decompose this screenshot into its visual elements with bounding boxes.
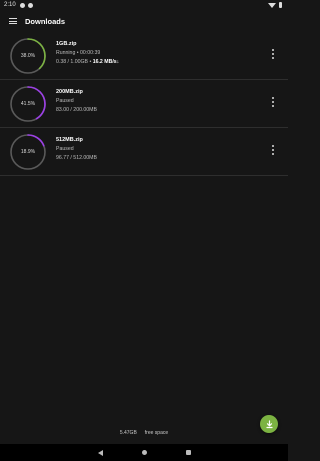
more-options-icon[interactable] <box>271 97 275 109</box>
battery-icon <box>279 2 282 8</box>
download-arrow-icon: ↓ <box>116 59 120 65</box>
progress-percent: 41.5% <box>20 101 36 107</box>
menu-icon[interactable] <box>9 18 17 25</box>
download-status: Running • 00:00:39 <box>56 50 101 56</box>
progress-ring: 38.0% <box>9 37 47 75</box>
system-nav-bar <box>0 444 288 461</box>
progress-ring: 18.9% <box>9 133 47 171</box>
download-item[interactable]: 41.5% 200MB.zip Paused 83.00 / 200.00MB <box>0 80 288 128</box>
system-icons <box>268 2 282 8</box>
page-title: Downloads <box>25 16 66 26</box>
more-options-icon[interactable] <box>271 145 275 157</box>
notification-icons <box>19 2 33 8</box>
wifi-icon <box>268 2 276 8</box>
download-size: 83.00 / 200.00MB <box>56 107 97 113</box>
home-icon[interactable] <box>141 450 147 455</box>
download-size: 0.38 / 1.00GB • 16.2 MB/s↓ <box>56 59 120 65</box>
free-space-footer: 5.47GB free space <box>0 430 288 436</box>
download-icon <box>265 419 273 428</box>
download-status: Paused <box>56 98 74 104</box>
file-name: 512MB.zip <box>56 137 83 143</box>
download-speed: 16.2 MB/s <box>92 59 117 65</box>
recents-icon[interactable] <box>185 450 191 455</box>
status-bar: 2:10 <box>0 0 288 10</box>
download-item[interactable]: 18.9% 512MB.zip Paused 96.77 / 512.00MB <box>0 128 288 176</box>
download-status: Paused <box>56 146 74 152</box>
progress-percent: 38.0% <box>20 53 36 59</box>
free-space-value: 5.47GB <box>119 430 137 436</box>
app-bar: Downloads <box>0 10 288 32</box>
back-icon[interactable] <box>97 449 103 456</box>
download-size: 96.77 / 512.00MB <box>56 155 97 161</box>
progress-ring: 41.5% <box>9 85 47 123</box>
notification-icon <box>19 2 25 8</box>
download-list: 38.0% 1GB.zip Running • 00:00:39 0.38 / … <box>0 32 288 176</box>
file-name: 1GB.zip <box>56 41 77 47</box>
free-space-label: free space <box>144 430 169 436</box>
eta: 00:00:39 <box>80 50 101 56</box>
progress-percent: 18.9% <box>20 149 36 155</box>
file-name: 200MB.zip <box>56 89 83 95</box>
more-options-icon[interactable] <box>271 49 275 61</box>
status-time: 2:10 <box>4 2 16 8</box>
download-item[interactable]: 38.0% 1GB.zip Running • 00:00:39 0.38 / … <box>0 32 288 80</box>
notification-icon <box>27 2 33 8</box>
add-download-button[interactable] <box>260 415 278 433</box>
